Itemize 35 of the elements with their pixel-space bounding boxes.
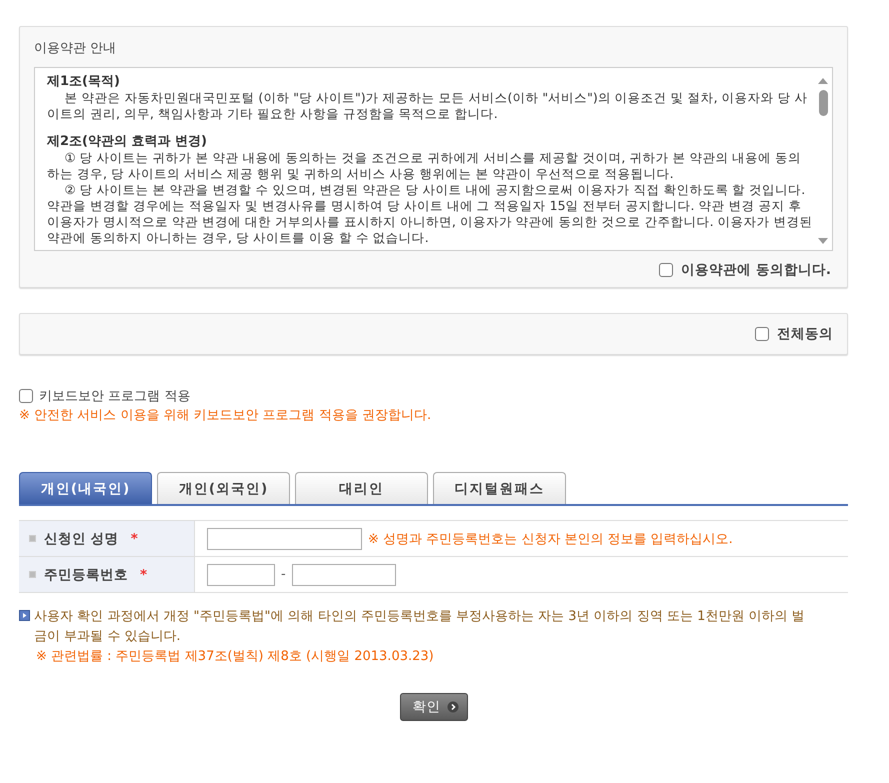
- field-label: 주민등록번호: [44, 566, 128, 584]
- law-reference: ※ 관련법률 : 주민등록법 제37조(벌칙) 제8호 (시행일 2013.03.23): [35, 648, 435, 666]
- article-paragraph: ② 당 사이트는 본 약관을 변경할 수 있으며, 변경된 약관은 당 사이트 내에 공지함으로써 이용자가 직접 확인하도록 할 것입니다. 약관을 변경할 경우에는 적용일자 및 변경사유를 명시하여 당 사이트 내에 그 적용일자 15일 전부터 공지합니다. 약관 변경 공지 후 이용자가 명시적으로 약관 변경에 대한 거부의사를 표시하지 아니하면, 이용자가 약관에 동의한 것으로 간주합니다. 이용자가 변경된 약관에 동의하지 아니하는 경우, 당 사이트를 이용 할 수 없습니다.: [47, 182, 814, 246]
- checkbox[interactable]: [659, 263, 674, 277]
- input-field[interactable]: [207, 528, 362, 550]
- scroll-up-icon[interactable]: [818, 78, 828, 84]
- field-label: 신청인 성명: [44, 530, 119, 548]
- input-field[interactable]: [207, 564, 275, 586]
- scrollbar-thumb[interactable]: [818, 90, 828, 116]
- article-heading: 제2조(약관의 효력과 변경): [47, 134, 208, 150]
- tab[interactable]: 개인(내국인): [19, 472, 152, 504]
- play-icon: [19, 610, 30, 621]
- checkbox-label: 키보드보안 프로그램 적용: [39, 388, 190, 405]
- article-paragraph: ① 당 사이트는 귀하가 본 약관 내용에 동의하는 것을 조건으로 귀하에게 서비스를 제공할 것이며, 귀하가 본 약관의 내용에 동의하는 경우, 당 사이트의 서비스 제공 행위 및 귀하의 서비스 사용 행위에는 본 약관이 우선적으로 적용됩니다.: [47, 150, 802, 182]
- notice-text: 사용자 확인 과정에서 개정 "주민등록법"에 의해 타인의 주민등록번호를 부정사용하는 자는 3년 이하의 징역 또는 1천만원 이하의 벌금이 부과될 수 있습니다.: [34, 608, 806, 646]
- article-paragraph: 본 약관은 자동차민원대국민포털 (이하 "당 사이트")가 제공하는 모든 서비스(이하 "서비스")의 이용조건 및 절차, 이용자와 당 사이트의 권리, 의무, 책임사항과 기타 필요한 사항을 규정함을 목적으로 합니다.: [47, 90, 809, 122]
- panel-title: 이용약관 안내: [34, 40, 118, 57]
- tab[interactable]: 개인(외국인): [157, 472, 290, 504]
- confirm-button[interactable]: 확인: [400, 693, 468, 721]
- security-note: ※ 안전한 서비스 이용을 위해 키보드보안 프로그램 적용을 권장합니다.: [19, 407, 432, 424]
- checkbox[interactable]: [19, 389, 33, 403]
- field-hint: ※ 성명과 주민등록번호는 신청자 본인의 정보를 입력하십시오.: [368, 530, 733, 548]
- input-field[interactable]: [292, 564, 396, 586]
- checkbox-label: 이용약관에 동의합니다.: [681, 261, 831, 279]
- separator: -: [281, 567, 286, 582]
- required-mark: *: [140, 566, 148, 582]
- checkbox-label: 전체동의: [777, 325, 833, 343]
- bullet-icon: [29, 535, 36, 542]
- checkbox[interactable]: [755, 327, 769, 341]
- required-mark: *: [130, 530, 138, 546]
- article-heading: 제1조(목적): [47, 74, 121, 90]
- tab[interactable]: 대리인: [295, 472, 428, 504]
- bullet-icon: [29, 571, 36, 578]
- scroll-down-icon[interactable]: [818, 238, 828, 244]
- tab[interactable]: 디지털원패스: [433, 472, 566, 504]
